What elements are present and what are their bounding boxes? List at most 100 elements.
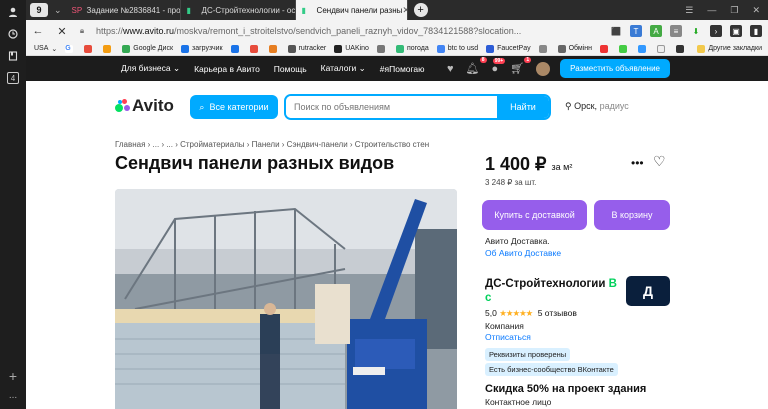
extension-icon[interactable]: › xyxy=(710,25,722,37)
minimize-icon[interactable]: — xyxy=(707,5,716,16)
plus-icon[interactable]: + xyxy=(9,368,17,384)
window-controls: ☰ — ❐ ✕ xyxy=(685,5,768,16)
translate-icon[interactable]: T xyxy=(630,25,642,37)
search-button[interactable]: Найти xyxy=(497,96,549,118)
bookmark-item[interactable] xyxy=(600,44,611,53)
maximize-icon[interactable]: ❐ xyxy=(730,5,738,16)
close-icon[interactable]: ✕ xyxy=(402,5,406,16)
heart-icon[interactable]: ♡ xyxy=(653,153,666,170)
tab-sandwich-panels[interactable]: ▮ Сендвич панели разны ✕ xyxy=(295,0,408,20)
cart-badge: 1 xyxy=(524,57,532,63)
url-scheme: https:// xyxy=(96,26,124,36)
bookmark-item[interactable] xyxy=(376,44,388,53)
bookmark-item[interactable] xyxy=(84,44,95,53)
bookmark-item[interactable] xyxy=(538,44,550,53)
bookmark-item[interactable]: rutracker xyxy=(287,44,327,53)
all-categories-button[interactable]: ⌕ Все категории xyxy=(190,95,278,119)
tab-label: ДС-Стройтехнологии - ос xyxy=(201,5,296,15)
seller-rating[interactable]: 5,0 ★★★★★ 5 отзывов xyxy=(485,308,577,319)
price: 1 400 ₽ за м² xyxy=(485,154,572,175)
bell-icon[interactable]: 🔔︎ 8 xyxy=(466,57,487,75)
extension-icon[interactable]: A xyxy=(650,25,662,37)
new-tab-button[interactable]: + xyxy=(413,3,428,17)
menu-icon[interactable]: ☰ xyxy=(685,5,693,16)
messages-badge: 99+ xyxy=(492,57,506,64)
unsubscribe-link[interactable]: Отписаться xyxy=(485,332,531,342)
contact-person: Контактное лицо xyxy=(485,397,552,407)
bookmark-item[interactable] xyxy=(638,44,649,53)
nav-label: Для бизнеса xyxy=(121,63,171,73)
extension-icon[interactable]: ≡ xyxy=(670,25,682,37)
reviews-count: 5 отзывов xyxy=(537,308,577,318)
chat-icon[interactable]: ● 99+ xyxy=(492,57,506,75)
close-window-icon[interactable]: ✕ xyxy=(752,5,760,16)
bookmark-item[interactable]: FaucetPay xyxy=(486,44,531,53)
bookmark-item[interactable]: G xyxy=(65,44,76,53)
nav-career[interactable]: Карьера в Авито xyxy=(194,64,260,74)
post-ad-button[interactable]: Разместить объявление xyxy=(560,59,670,78)
more-icon[interactable]: ••• xyxy=(631,156,644,170)
chevron-down-icon[interactable]: ⌄ xyxy=(54,5,62,16)
other-bookmarks[interactable]: Другие закладки xyxy=(697,44,762,53)
location-selector[interactable]: ⚲ Орск, радиус xyxy=(565,101,629,112)
bookmark-item[interactable]: Обмінн xyxy=(557,44,592,53)
bookmark-label: Другие закладки xyxy=(708,45,762,52)
tab-count-icon[interactable]: 4 xyxy=(7,72,19,84)
stop-icon[interactable]: ✕ xyxy=(54,25,70,38)
seller-logo[interactable]: Д xyxy=(626,276,670,306)
search-input[interactable] xyxy=(286,96,497,118)
bookmark-item[interactable] xyxy=(230,44,242,53)
download-icon[interactable]: ⬇ xyxy=(690,25,702,37)
bookmark-item[interactable] xyxy=(657,44,668,53)
tab-count-badge[interactable]: 9 xyxy=(30,3,48,17)
tab-favicon: ▮ xyxy=(301,5,306,15)
extension-icon[interactable]: ▣ xyxy=(730,25,742,37)
cart-icon[interactable]: 🛒︎ 1 xyxy=(510,57,532,75)
nav-help[interactable]: Помощь xyxy=(274,64,307,74)
search-bar: Найти xyxy=(284,94,551,120)
bookmark-item[interactable] xyxy=(268,44,280,53)
listing-photo[interactable] xyxy=(115,189,457,409)
add-to-cart-button[interactable]: В корзину xyxy=(594,200,670,230)
bookmark-label: погода xyxy=(406,45,429,52)
extension-icon[interactable]: ▮ xyxy=(750,25,762,37)
bookmark-icon[interactable] xyxy=(3,46,23,66)
seller-name[interactable]: ДС-Стройтехнологии В с xyxy=(485,277,625,305)
breadcrumb[interactable]: Главная › ... › ... › Стройматериалы › П… xyxy=(115,140,429,149)
bookmark-page-icon[interactable]: ⬛ xyxy=(610,25,622,37)
nav-business[interactable]: Для бизнеса ⌄ xyxy=(121,63,180,74)
bookmark-item[interactable] xyxy=(103,44,114,53)
url-field[interactable]: https:// www.avito.ru /moskva/remont_i_s… xyxy=(96,22,604,40)
bookmark-item[interactable] xyxy=(249,44,261,53)
bookmark-item[interactable]: btc to usd xyxy=(436,44,478,53)
more-icon[interactable]: ... xyxy=(9,390,17,401)
bookmark-item[interactable]: Google Диск xyxy=(122,44,173,53)
bookmark-item[interactable] xyxy=(619,44,630,53)
back-icon[interactable]: ← xyxy=(30,25,46,37)
heart-icon[interactable]: ♥ xyxy=(447,63,454,75)
verified-badge: Реквизиты проверены xyxy=(485,348,571,361)
clock-icon[interactable] xyxy=(3,24,23,44)
location-radius: радиус xyxy=(599,101,629,111)
url-domain: www.avito.ru xyxy=(123,26,175,36)
bookmark-item[interactable]: USA ⌄ xyxy=(34,45,57,53)
tab-ds-stroy[interactable]: ▮ ДС-Стройтехнологии - ос xyxy=(181,0,296,20)
nav-catalogs[interactable]: Каталоги ⌄ xyxy=(321,63,366,74)
tab-bar: 9 ⌄ SP Задание №2836841 - про ▮ ДС-Строй… xyxy=(26,0,768,20)
avito-logo[interactable]: Avito xyxy=(115,96,174,116)
delivery-link[interactable]: Об Авито Доставке xyxy=(485,248,561,258)
nav-i-help[interactable]: #яПомогаю xyxy=(380,64,425,74)
bookmark-label: rutracker xyxy=(298,45,327,52)
avatar[interactable] xyxy=(536,61,551,76)
bookmark-item[interactable]: загрузчик xyxy=(181,44,223,53)
bookmark-label: Обмінн xyxy=(568,45,592,52)
tab-label: Сендвич панели разны xyxy=(316,5,403,15)
pin-icon: ⚲ xyxy=(565,101,572,111)
tab-task[interactable]: SP Задание №2836841 - про xyxy=(66,0,181,20)
buy-with-delivery-button[interactable]: Купить с доставкой xyxy=(482,200,587,230)
bookmark-item[interactable] xyxy=(676,44,687,53)
person-icon[interactable] xyxy=(3,2,23,22)
bookmark-item[interactable]: UAKino xyxy=(334,44,369,53)
bookmark-item[interactable]: погода xyxy=(395,44,429,53)
avito-logo-icon xyxy=(115,99,131,113)
